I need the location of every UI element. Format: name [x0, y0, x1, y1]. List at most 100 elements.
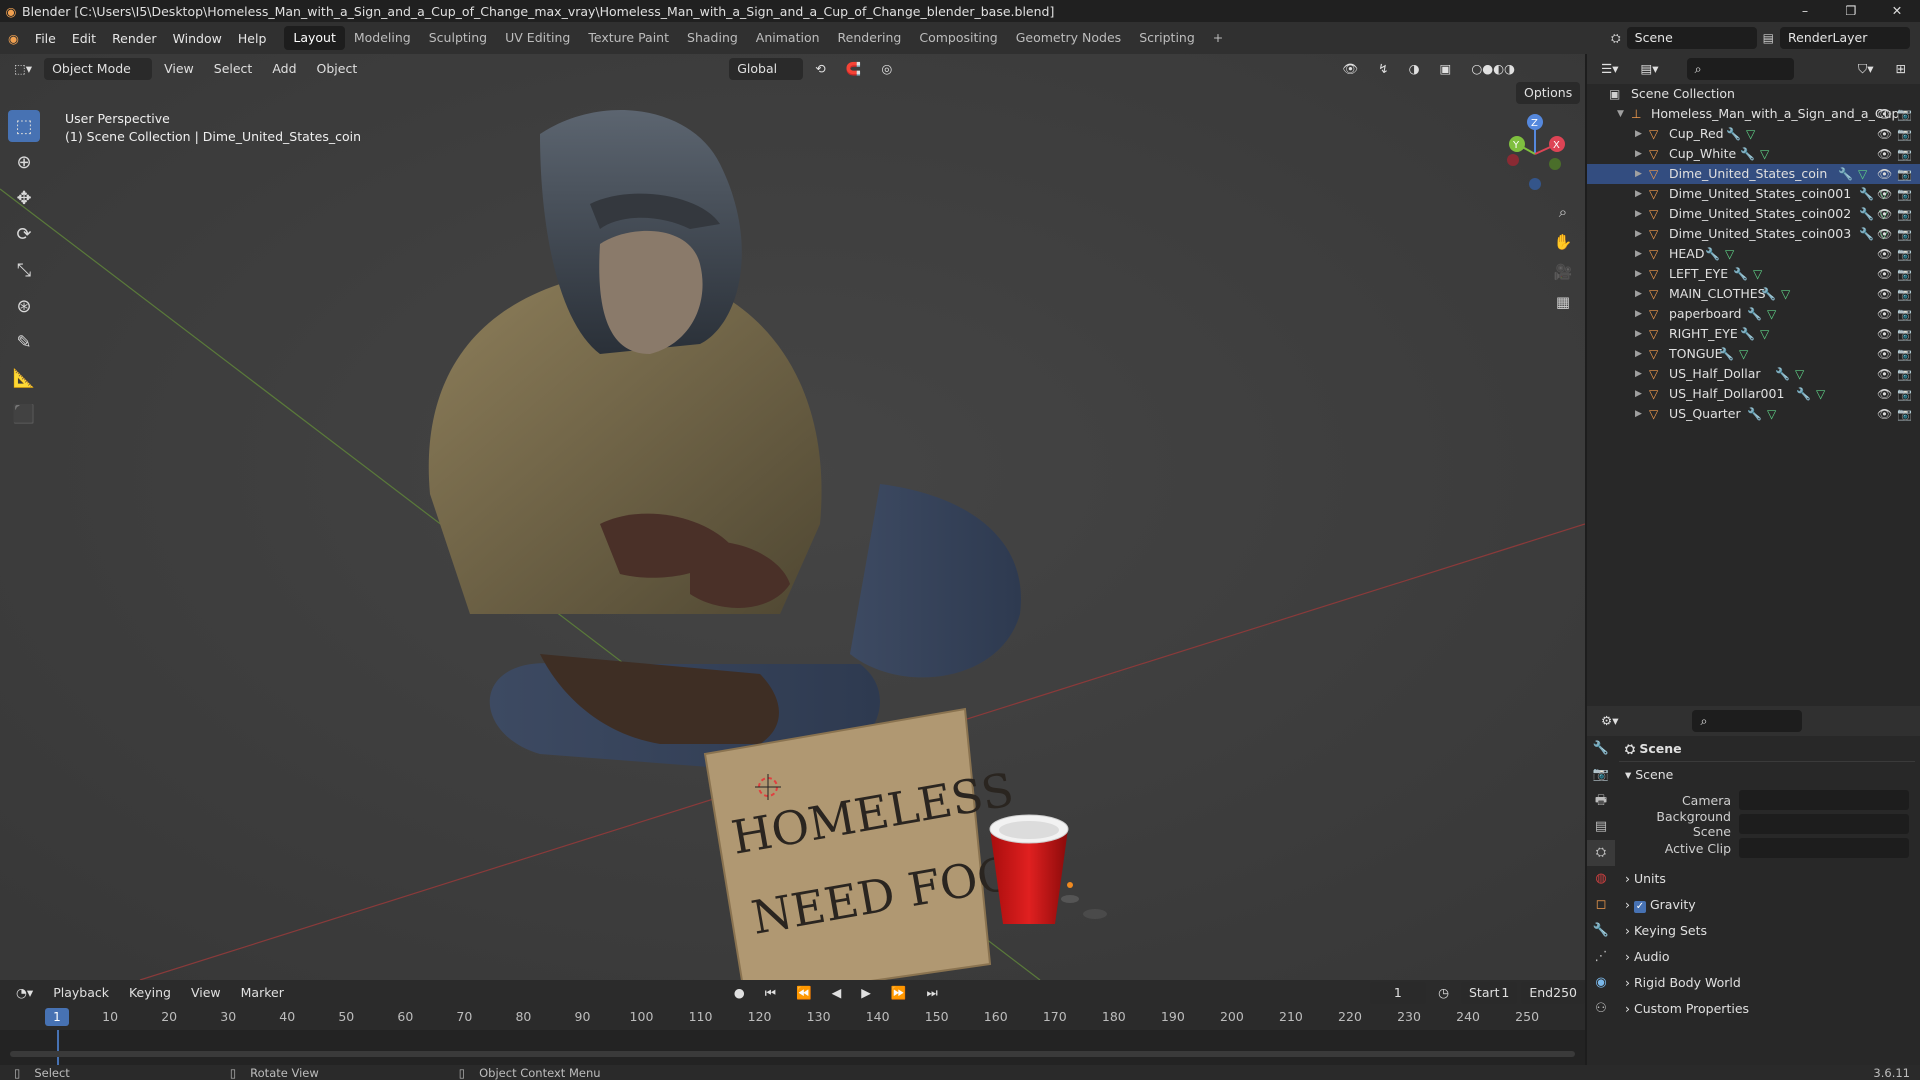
editor-type-button[interactable]: ⬚▾ — [6, 58, 40, 80]
modifier-icon[interactable]: 🔧 — [1740, 324, 1755, 344]
menu-keying[interactable]: Keying — [121, 982, 179, 1004]
tab-uv-editing[interactable]: UV Editing — [496, 26, 579, 50]
expand-arrow-icon[interactable]: ▶ — [1635, 404, 1642, 424]
cursor-tool-icon[interactable]: ⊕ — [8, 146, 40, 178]
modifier-tab-icon[interactable]: 🔧 — [1587, 918, 1615, 944]
shading-modes-icon[interactable]: ○●◐◑ — [1463, 58, 1523, 80]
tool-tab-icon[interactable]: 🔧 — [1587, 736, 1615, 762]
outliner-item[interactable]: ▶ ▽ Cup_White 🔧 ▽ 👁 📷 — [1587, 144, 1920, 164]
tab-rendering[interactable]: Rendering — [829, 26, 911, 50]
particles-tab-icon[interactable]: ⋰ — [1587, 944, 1615, 970]
menu-add[interactable]: Add — [264, 58, 304, 80]
proportional-editing-icon[interactable]: ◎ — [873, 58, 900, 80]
move-tool-icon[interactable]: ✥ — [8, 182, 40, 214]
expand-arrow-icon[interactable]: ▶ — [1635, 244, 1642, 264]
add-workspace-button[interactable]: + — [1204, 26, 1232, 50]
modifier-icon[interactable]: 🔧 — [1705, 244, 1720, 264]
visibility-eye-icon[interactable]: 👁 — [1877, 124, 1892, 144]
coin-object[interactable] — [1083, 909, 1107, 919]
play-reverse-icon[interactable]: ◀ — [824, 982, 850, 1004]
render-camera-icon[interactable]: 📷 — [1897, 384, 1912, 404]
render-camera-icon[interactable]: 📷 — [1897, 264, 1912, 284]
menu-object[interactable]: Object — [309, 58, 366, 80]
gravity-panel[interactable]: › ✓ Gravity — [1619, 892, 1915, 918]
render-camera-icon[interactable]: 📷 — [1897, 244, 1912, 264]
scene-field[interactable]: Scene — [1626, 27, 1757, 49]
outliner-item[interactable]: ▶ ▽ Dime_United_States_coin002 🔧 ▽ 👁 📷 — [1587, 204, 1920, 224]
expand-arrow-icon[interactable]: ▶ — [1635, 204, 1642, 224]
3d-viewport[interactable]: HOMELESS NEED FOOD ⬚▾ Object Mode View S… — [0, 54, 1585, 980]
timeline-editor-icon[interactable]: ◔▾ — [8, 982, 41, 1004]
render-camera-icon[interactable]: 📷 — [1897, 304, 1912, 324]
expand-arrow-icon[interactable]: ▶ — [1635, 364, 1642, 384]
menu-marker[interactable]: Marker — [233, 982, 292, 1004]
expand-arrow-icon[interactable]: ▶ — [1635, 344, 1642, 364]
expand-arrow-icon[interactable]: ▶ — [1635, 144, 1642, 164]
menu-window[interactable]: Window — [165, 31, 230, 46]
expand-arrow-icon[interactable]: ▶ — [1635, 384, 1642, 404]
outliner-item[interactable]: ▶ ▽ LEFT_EYE 🔧 ▽ 👁 📷 — [1587, 264, 1920, 284]
scene-tab-icon[interactable]: ⛭ — [1587, 840, 1615, 866]
current-frame-indicator[interactable]: 1 — [45, 1008, 69, 1026]
visibility-eye-icon[interactable]: 👁 — [1877, 244, 1892, 264]
modifier-icon[interactable]: 🔧 — [1761, 284, 1776, 304]
mesh-data-icon[interactable]: ▽ — [1816, 384, 1825, 404]
gravity-checkbox[interactable]: ✓ — [1633, 901, 1646, 913]
render-camera-icon[interactable]: 📷 — [1897, 284, 1912, 304]
visibility-eye-icon[interactable]: 👁 — [1877, 404, 1892, 424]
collection-expand-icon[interactable]: ▼ — [1617, 104, 1624, 124]
scale-tool-icon[interactable]: ⤡ — [8, 254, 40, 286]
filter-icon[interactable]: ⛉▾ — [1850, 58, 1882, 80]
expand-arrow-icon[interactable]: ▶ — [1635, 224, 1642, 244]
render-camera-icon[interactable]: 📷 — [1897, 144, 1912, 164]
render-camera-icon[interactable]: 📷 — [1897, 164, 1912, 184]
modifier-icon[interactable]: 🔧 — [1747, 304, 1762, 324]
visibility-eye-icon[interactable]: 👁 — [1877, 364, 1892, 384]
modifier-icon[interactable]: 🔧 — [1796, 384, 1811, 404]
measure-tool-icon[interactable]: 📐 — [8, 362, 40, 394]
zoom-icon[interactable]: ⌕ — [1550, 199, 1576, 225]
maximize-button[interactable]: ❐ — [1828, 0, 1874, 22]
menu-help[interactable]: Help — [230, 31, 275, 46]
visibility-eye-icon[interactable]: 👁 — [1877, 264, 1892, 284]
visibility-eye-icon[interactable]: 👁 — [1877, 224, 1892, 244]
camera-field[interactable] — [1739, 790, 1909, 810]
xray-icon[interactable]: ▣ — [1432, 58, 1460, 80]
render-camera-icon[interactable]: 📷 — [1897, 404, 1912, 424]
visibility-eye-icon[interactable]: 👁 — [1877, 284, 1892, 304]
modifier-icon[interactable]: 🔧 — [1859, 224, 1874, 244]
display-mode-icon[interactable]: ▤▾ — [1632, 58, 1666, 80]
menu-edit[interactable]: Edit — [64, 31, 104, 46]
jump-end-icon[interactable]: ⏭ — [918, 982, 945, 1004]
visibility-eye-icon[interactable]: 👁 — [1877, 304, 1892, 324]
object-mode-dropdown[interactable]: Object Mode — [44, 58, 153, 80]
menu-timeline-view[interactable]: View — [183, 982, 229, 1004]
modifier-icon[interactable]: 🔧 — [1740, 144, 1755, 164]
outliner-item[interactable]: ▶ ▽ RIGHT_EYE 🔧 ▽ 👁 📷 — [1587, 324, 1920, 344]
rigid-body-world-panel[interactable]: › Rigid Body World — [1619, 970, 1915, 996]
expand-arrow-icon[interactable]: ▶ — [1635, 264, 1642, 284]
outliner-item[interactable]: ▶ ▽ US_Half_Dollar 🔧 ▽ 👁 📷 — [1587, 364, 1920, 384]
ortho-toggle-icon[interactable]: ▦ — [1550, 289, 1576, 315]
render-camera-icon[interactable]: 📷 — [1897, 364, 1912, 384]
collection-row[interactable]: ▼ ⊥ Homeless_Man_with_a_Sign_and_a_Cup 👁… — [1587, 104, 1920, 124]
tab-layout[interactable]: Layout — [284, 26, 345, 50]
modifier-icon[interactable]: 🔧 — [1726, 124, 1741, 144]
play-icon[interactable]: ▶ — [853, 982, 879, 1004]
properties-search-input[interactable]: ⌕ — [1692, 710, 1803, 732]
frame-ruler[interactable]: 1 10 20 30 40 50 60 70 80 90 100 110 120 130 140 150 16… — [0, 1006, 1585, 1030]
prev-key-icon[interactable]: ⏪ — [788, 982, 820, 1004]
mesh-data-icon[interactable]: ▽ — [1760, 324, 1769, 344]
mesh-data-icon[interactable]: ▽ — [1753, 264, 1762, 284]
clock-icon[interactable]: ◷ — [1430, 982, 1457, 1004]
outliner-item[interactable]: ▶ ▽ TONGUE 🔧 ▽ 👁 📷 — [1587, 344, 1920, 364]
jump-start-icon[interactable]: ⏮ — [757, 982, 784, 1004]
pivot-point-icon[interactable]: ⟲ — [807, 58, 833, 80]
outliner-search-input[interactable]: ⌕ — [1686, 58, 1794, 80]
snap-icon[interactable]: 🧲 — [838, 58, 870, 80]
modifier-icon[interactable]: 🔧 — [1859, 204, 1874, 224]
audio-panel[interactable]: › Audio — [1619, 944, 1915, 970]
view-layer-field[interactable]: RenderLayer — [1780, 27, 1910, 49]
visibility-icon[interactable]: 👁 — [1334, 58, 1366, 80]
tab-geometry-nodes[interactable]: Geometry Nodes — [1007, 26, 1130, 50]
